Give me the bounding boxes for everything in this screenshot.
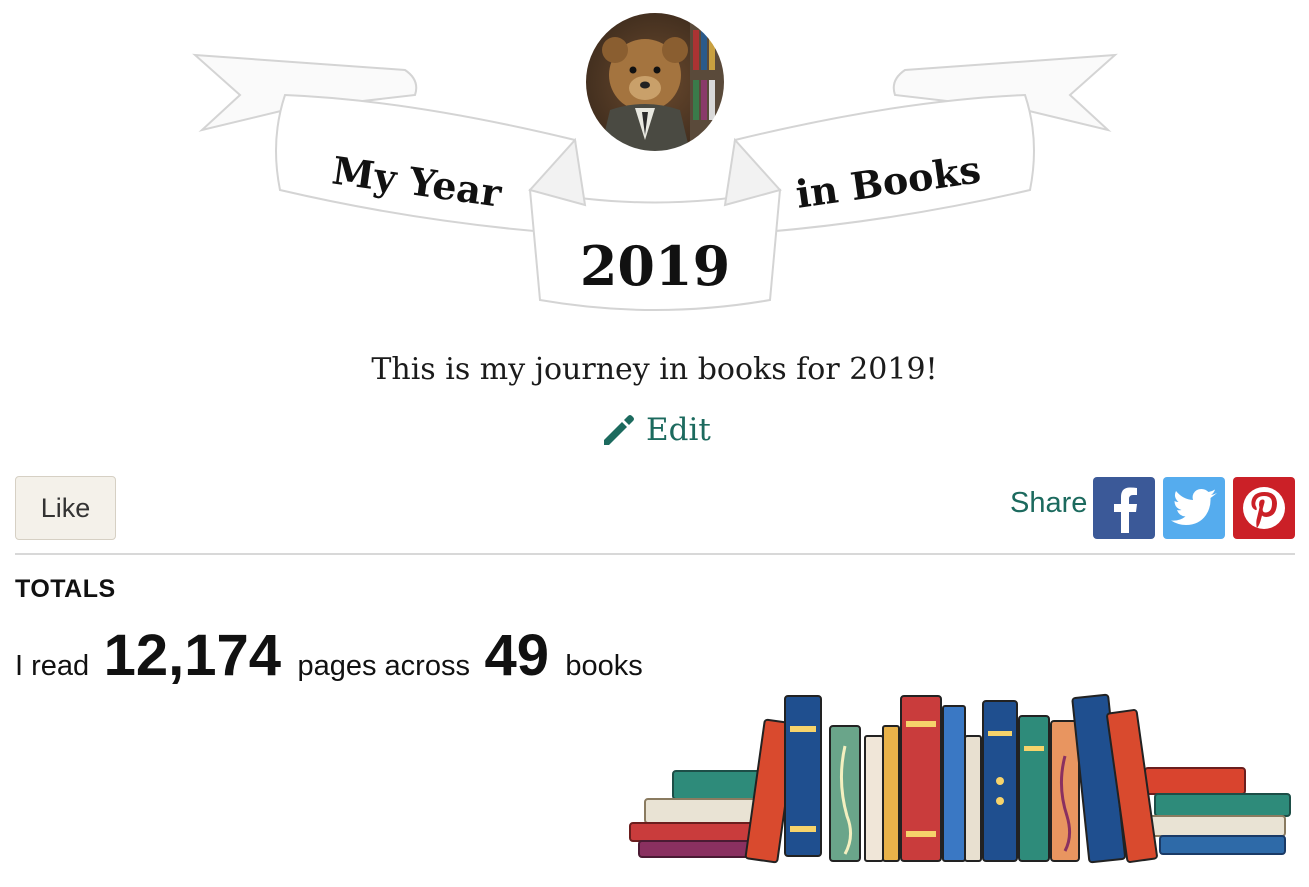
totals-middle: pages across [297,650,470,682]
totals-prefix: I read [15,650,90,682]
banner-year: 2019 [580,234,730,298]
year-in-books-banner: My Year in Books 2019 [192,11,1118,311]
edit-label: Edit [646,412,711,448]
pinterest-icon [1243,487,1285,529]
journey-description: This is my journey in books for 2019! [371,352,938,387]
pencil-icon [604,415,634,445]
total-books: 49 [484,623,549,688]
totals-summary: I read 12,174 pages across 49 books [15,622,643,689]
share-label: Share [1010,487,1088,519]
like-button[interactable]: Like [15,476,116,540]
edit-link[interactable]: Edit [600,412,711,448]
totals-heading: TOTALS [15,575,116,603]
twitter-icon [1171,489,1217,525]
divider [15,553,1295,555]
avatar[interactable] [584,11,730,153]
books-illustration [629,693,1291,864]
totals-suffix: books [565,650,643,682]
pinterest-share-button[interactable] [1233,477,1295,539]
twitter-share-button[interactable] [1163,477,1225,539]
total-pages: 12,174 [103,623,282,688]
facebook-share-button[interactable] [1093,477,1155,539]
facebook-icon [1114,487,1137,533]
